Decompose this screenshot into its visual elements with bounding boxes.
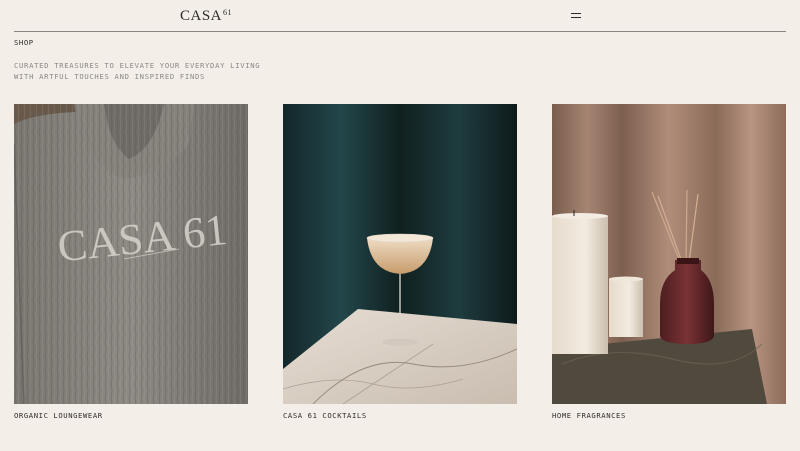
product-caption[interactable]: CASA 61 COCKTAILS xyxy=(283,411,517,420)
intro-line-2: WITH ARTFUL TOUCHES AND INSPIRED FINDS xyxy=(14,72,206,81)
logo-superscript: 61 xyxy=(223,8,233,17)
cocktail-coupe-photo[interactable] xyxy=(283,104,517,404)
product-caption[interactable]: ORGANIC LOUNGEWEAR xyxy=(14,411,248,420)
intro-line-1: CURATED TREASURES TO ELEVATE YOUR EVERYD… xyxy=(14,61,261,70)
site-header: CASA61 xyxy=(0,0,800,32)
product-card-fragrances[interactable]: HOME FRAGRANCES xyxy=(552,104,786,420)
breadcrumb-shop[interactable]: SHOP xyxy=(14,38,34,47)
product-card-cocktails[interactable]: CASA 61 COCKTAILS xyxy=(283,104,517,420)
hamburger-icon[interactable] xyxy=(570,11,583,21)
page-intro: CURATED TREASURES TO ELEVATE YOUR EVERYD… xyxy=(14,60,314,82)
logo-text: CASA xyxy=(180,8,223,24)
product-card-loungewear[interactable]: CASA 61 ORGANIC LOUNGEWEAR xyxy=(14,104,248,420)
site-logo[interactable]: CASA61 xyxy=(180,7,232,27)
candles-diffuser-photo[interactable] xyxy=(552,104,786,404)
product-caption[interactable]: HOME FRAGRANCES xyxy=(552,411,786,420)
loungewear-robe-photo[interactable]: CASA 61 xyxy=(14,104,248,404)
header-divider xyxy=(14,31,786,32)
